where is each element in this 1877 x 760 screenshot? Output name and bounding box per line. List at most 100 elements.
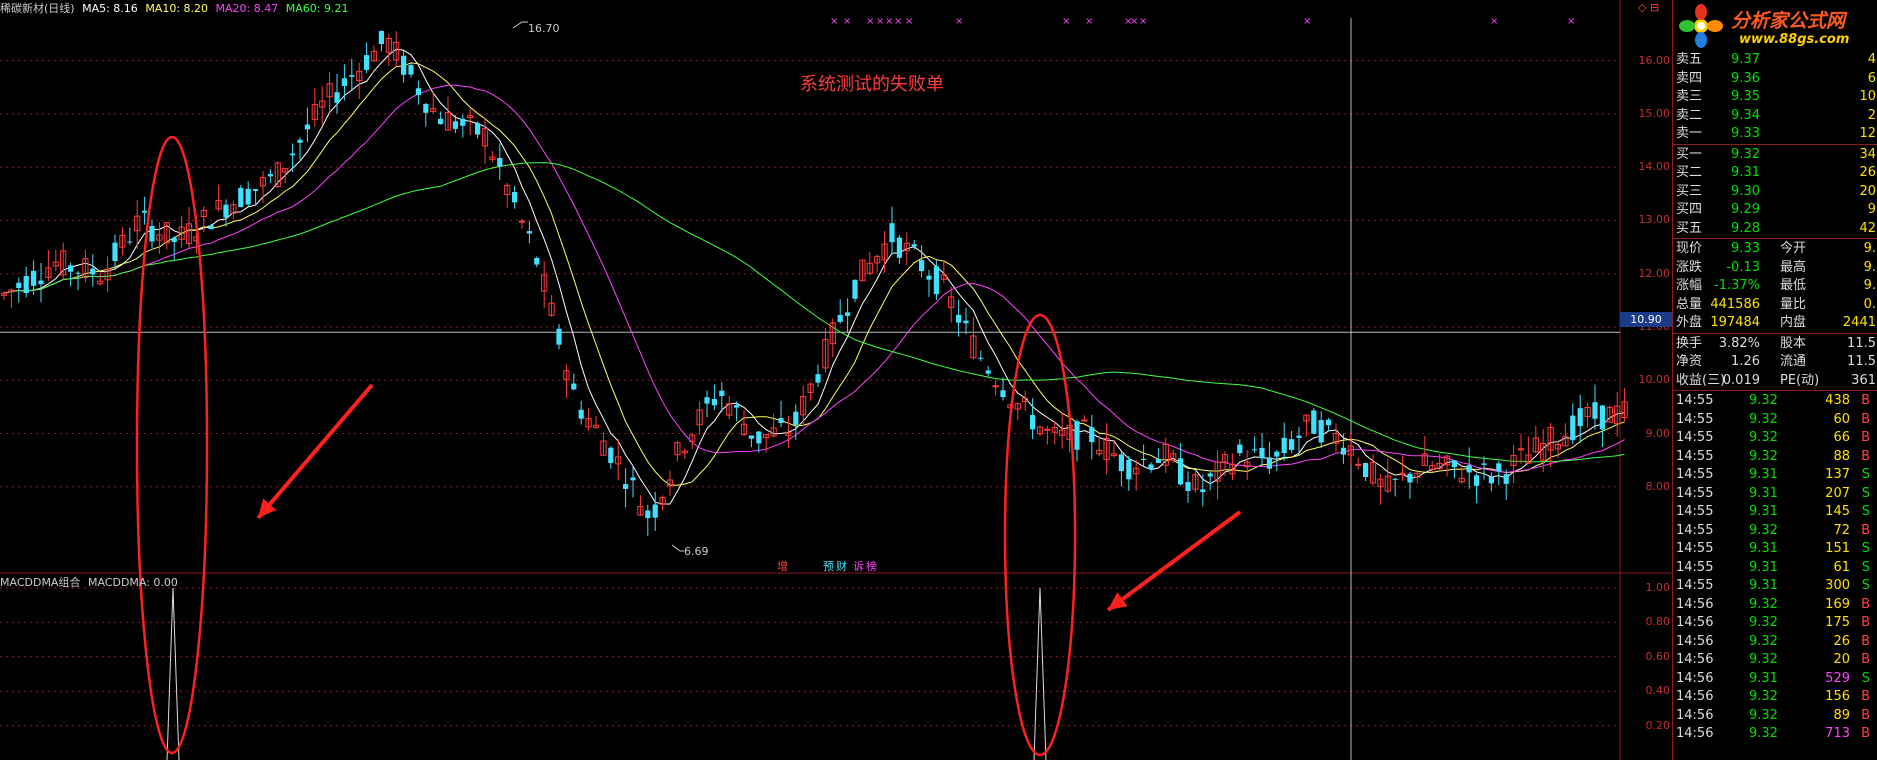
tick-row[interactable]: 14:56 9.32 20 B bbox=[1673, 650, 1877, 669]
quote-row[interactable]: 总量 441586 量比 0. bbox=[1673, 295, 1877, 314]
candle bbox=[1014, 402, 1021, 421]
quote-label: 现价 bbox=[1676, 241, 1703, 256]
candle bbox=[1592, 384, 1598, 430]
candle bbox=[637, 495, 644, 517]
tick-time: 14:55 bbox=[1676, 430, 1714, 445]
candle bbox=[364, 42, 370, 74]
tick-time: 14:55 bbox=[1676, 559, 1714, 575]
candle bbox=[1126, 455, 1132, 491]
quote-row[interactable]: 涨幅 -1.37% 最低 9. bbox=[1673, 276, 1877, 295]
sell-level-row[interactable]: 卖四 9.36 6 bbox=[1673, 69, 1877, 88]
candle-body bbox=[837, 314, 843, 322]
buy-level-row[interactable]: 买五 9.28 42 bbox=[1673, 219, 1877, 238]
buy-level-row[interactable]: 买一 9.32 34 bbox=[1673, 145, 1877, 164]
ma20-value: MA20: 8.47 bbox=[215, 2, 279, 15]
candle bbox=[401, 49, 407, 83]
tick-row[interactable]: 14:55 9.32 88 B bbox=[1673, 447, 1877, 466]
candle-body bbox=[401, 55, 407, 75]
low-price-label: 6.69 bbox=[684, 545, 709, 558]
candle bbox=[1141, 444, 1147, 467]
tick-row[interactable]: 14:55 9.31 145 S bbox=[1673, 502, 1877, 521]
candle bbox=[1118, 451, 1124, 487]
candle bbox=[1192, 471, 1199, 493]
order-price: 9.36 bbox=[1731, 70, 1760, 86]
tick-row[interactable]: 14:56 9.32 169 B bbox=[1673, 595, 1877, 614]
candle bbox=[290, 143, 296, 173]
tick-row[interactable]: 14:56 9.32 713 B bbox=[1673, 724, 1877, 743]
sell-level-row[interactable]: 卖五 9.37 4 bbox=[1673, 50, 1877, 69]
candle bbox=[1421, 435, 1428, 466]
sell-level-row[interactable]: 卖二 9.34 2 bbox=[1673, 106, 1877, 125]
candle-body bbox=[985, 370, 991, 374]
tick-row[interactable]: 14:56 9.32 175 B bbox=[1673, 613, 1877, 632]
buy-level-row[interactable]: 买二 9.31 26 bbox=[1673, 163, 1877, 182]
tick-row[interactable]: 14:55 9.31 137 S bbox=[1673, 465, 1877, 484]
tick-row[interactable]: 14:55 9.31 61 S bbox=[1673, 558, 1877, 577]
site-logo: 分析家公式网 www.88gs.com bbox=[1673, 0, 1877, 52]
candle bbox=[1407, 471, 1413, 499]
fundamental-label: 股本 bbox=[1780, 335, 1807, 351]
tick-row[interactable]: 14:56 9.31 529 S bbox=[1673, 669, 1877, 688]
candle-body bbox=[1252, 449, 1258, 451]
tick-row[interactable]: 14:55 9.32 66 B bbox=[1673, 428, 1877, 447]
candle bbox=[52, 249, 59, 272]
buy-level-row[interactable]: 买四 9.29 9 bbox=[1673, 200, 1877, 219]
candle-body bbox=[1407, 473, 1413, 483]
candle bbox=[304, 107, 310, 143]
tick-price: 9.32 bbox=[1749, 633, 1778, 649]
tick-row[interactable]: 14:55 9.31 207 S bbox=[1673, 484, 1877, 503]
tick-row[interactable]: 14:56 9.32 156 B bbox=[1673, 687, 1877, 706]
candlestick-chart[interactable]: × × × × × × × × × × ×× × × × × bbox=[0, 0, 1877, 760]
quote-row[interactable]: 外盘 197484 内盘 2441 bbox=[1673, 313, 1877, 332]
ma5-value: MA5: 8.16 bbox=[82, 2, 138, 15]
tick-price: 9.31 bbox=[1749, 559, 1778, 575]
candle bbox=[178, 216, 185, 249]
candle bbox=[815, 364, 821, 388]
tick-row[interactable]: 14:55 9.31 151 S bbox=[1673, 539, 1877, 558]
event-tag-yu[interactable]: 预 bbox=[823, 558, 834, 574]
candle bbox=[230, 200, 237, 219]
fundamental-row[interactable]: 净资 1.26 流通 11.5 bbox=[1673, 352, 1877, 371]
candle bbox=[311, 87, 318, 128]
event-tag-cai[interactable]: 财 bbox=[836, 558, 847, 574]
order-volume: 6 bbox=[1867, 70, 1876, 86]
order-price: 9.34 bbox=[1731, 107, 1760, 123]
buy-level-row[interactable]: 买三 9.30 20 bbox=[1673, 182, 1877, 201]
candle-body bbox=[778, 418, 784, 423]
event-tag-zeng[interactable]: 增 bbox=[777, 558, 788, 574]
candle bbox=[956, 299, 962, 337]
tick-row[interactable]: 14:55 9.32 438 B bbox=[1673, 391, 1877, 410]
fundamental-row[interactable]: 收益(三) 0.019 PE(动) 361 bbox=[1673, 371, 1877, 390]
fundamental-row[interactable]: 换手 3.82% 股本 11.5 bbox=[1673, 334, 1877, 353]
candle-body bbox=[460, 118, 466, 126]
indicator-axis-label: 0.80 bbox=[1645, 615, 1671, 629]
candle bbox=[822, 327, 829, 373]
candle bbox=[512, 185, 518, 209]
quote-row[interactable]: 现价 9.33 今开 9. bbox=[1673, 239, 1877, 258]
quote-row[interactable]: 涨跌 -0.13 最高 9. bbox=[1673, 258, 1877, 277]
sell-level-row[interactable]: 卖一 9.33 12 bbox=[1673, 124, 1877, 143]
sell-level-row[interactable]: 卖三 9.35 10 bbox=[1673, 87, 1877, 106]
candle-body bbox=[23, 276, 29, 294]
candle bbox=[112, 234, 118, 271]
quote-value: -1.37% bbox=[1714, 278, 1760, 293]
tick-row[interactable]: 14:55 9.32 72 B bbox=[1673, 521, 1877, 540]
candle-body bbox=[734, 405, 740, 408]
event-tag-bang[interactable]: 榜 bbox=[866, 558, 877, 574]
order-volume: 9 bbox=[1867, 202, 1876, 217]
candle-body bbox=[1326, 419, 1332, 426]
candle bbox=[16, 277, 22, 303]
tick-row[interactable]: 14:56 9.32 26 B bbox=[1673, 632, 1877, 651]
candle-body bbox=[31, 270, 37, 286]
candle bbox=[215, 184, 222, 212]
tick-row[interactable]: 14:56 9.32 89 B bbox=[1673, 706, 1877, 725]
event-marker: × bbox=[894, 16, 902, 27]
window-control-icons[interactable]: ◇ ⊟ bbox=[1638, 1, 1659, 14]
candle bbox=[90, 254, 96, 287]
order-price: 9.28 bbox=[1731, 220, 1760, 236]
tick-row[interactable]: 14:55 9.31 300 S bbox=[1673, 576, 1877, 595]
candle bbox=[1237, 439, 1243, 457]
event-tag-su[interactable]: 诉 bbox=[853, 558, 864, 574]
tick-row[interactable]: 14:55 9.32 60 B bbox=[1673, 410, 1877, 429]
price-axis-label: 15.00 bbox=[1638, 106, 1671, 120]
